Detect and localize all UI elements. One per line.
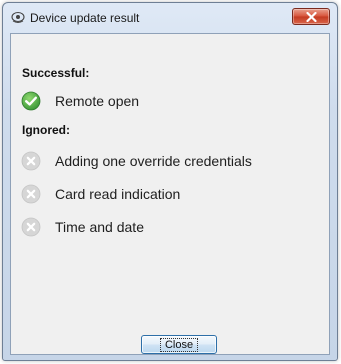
list-item-ignored: Time and date [21,216,144,238]
list-item-label: Remote open [55,93,140,109]
list-item-ignored: Adding one override credentials [21,150,252,172]
list-item-label: Time and date [55,219,144,235]
window-close-button[interactable] [292,8,330,25]
title-bar[interactable]: Device update result [3,3,337,31]
list-item-ignored: Card read indication [21,183,180,205]
ignored-heading: Ignored: [22,123,70,137]
dialog-window: Device update result Successful: Remote … [2,2,338,361]
ignored-x-icon [21,184,41,204]
device-app-icon [11,10,25,24]
window-title: Device update result [30,11,140,25]
list-item-success: Remote open [21,90,139,112]
dialog-content: Successful: Remote open Ignored: Adding … [10,33,330,355]
close-icon [306,12,317,22]
list-item-label: Card read indication [55,186,181,202]
list-item-label: Adding one override credentials [55,153,252,169]
ignored-x-icon [21,151,41,171]
success-check-icon [21,91,41,111]
ignored-x-icon [21,217,41,237]
successful-heading: Successful: [22,66,90,80]
close-button-label: Close [159,337,199,352]
close-button[interactable]: Close [141,335,217,354]
